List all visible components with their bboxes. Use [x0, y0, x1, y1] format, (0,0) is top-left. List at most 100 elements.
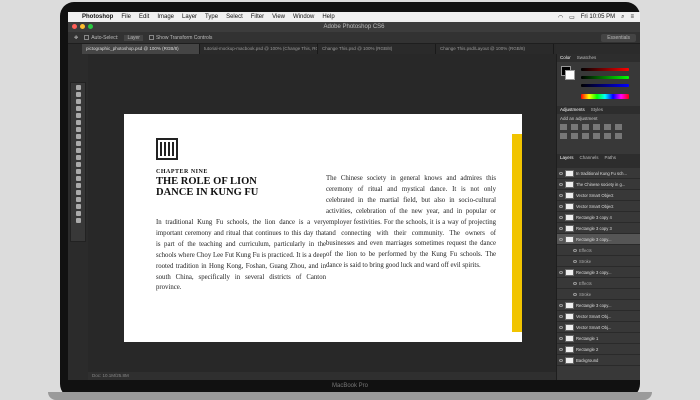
notification-icon[interactable]: ≡	[630, 14, 634, 20]
curves-icon[interactable]	[582, 124, 589, 130]
brush-tool-icon[interactable]	[75, 134, 81, 139]
move-tool-icon[interactable]	[75, 85, 81, 90]
healing-tool-icon[interactable]	[75, 127, 81, 132]
marquee-tool-icon[interactable]	[75, 92, 81, 97]
doc-tab[interactable]: tutorial-mockup-macbook.psd @ 100% (Chan…	[200, 44, 318, 54]
brightness-icon[interactable]	[560, 124, 567, 130]
layer-effect-row[interactable]: Stroke	[557, 256, 640, 267]
layer-row[interactable]: The Chinese society in g...	[557, 179, 640, 190]
channel-mixer-icon[interactable]	[593, 133, 600, 139]
lasso-tool-icon[interactable]	[75, 99, 81, 104]
layer-effect-row[interactable]: Effects	[557, 245, 640, 256]
blur-tool-icon[interactable]	[75, 169, 81, 174]
invert-icon[interactable]	[615, 133, 622, 139]
minimize-button[interactable]	[80, 24, 85, 29]
eyedropper-tool-icon[interactable]	[75, 120, 81, 125]
visibility-eye-icon[interactable]	[573, 292, 577, 296]
tab-adjustments[interactable]: Adjustments	[560, 106, 585, 114]
canvas-area[interactable]: CHAPTER NINE THE ROLE OF LION DANCE IN K…	[88, 54, 556, 380]
visibility-eye-icon[interactable]	[559, 215, 563, 219]
layer-effect-row[interactable]: Stroke	[557, 289, 640, 300]
doc-tab[interactable]: pictographic_photoshop.psd @ 100% (RGB/8…	[82, 44, 200, 54]
workspace-switcher[interactable]: Essentials	[601, 34, 636, 42]
visibility-eye-icon[interactable]	[559, 325, 563, 329]
visibility-eye-icon[interactable]	[559, 314, 563, 318]
show-transform-checkbox[interactable]: Show Transform Controls	[148, 35, 212, 41]
path-select-tool-icon[interactable]	[75, 197, 81, 202]
visibility-eye-icon[interactable]	[559, 237, 563, 241]
layer-row[interactable]: Vector Smart Object	[557, 190, 640, 201]
tab-paths[interactable]: Paths	[605, 154, 617, 162]
doc-tab[interactable]: Change This.psd @ 100% (RGB/8)	[318, 44, 436, 54]
menu-select[interactable]: Select	[226, 14, 243, 20]
menu-edit[interactable]: Edit	[139, 14, 149, 20]
crop-tool-icon[interactable]	[75, 113, 81, 118]
visibility-eye-icon[interactable]	[559, 303, 563, 307]
background-color[interactable]	[565, 70, 575, 80]
hand-tool-icon[interactable]	[75, 211, 81, 216]
menu-file[interactable]: File	[121, 14, 131, 20]
layer-row[interactable]: Vector Smart Object	[557, 201, 640, 212]
layer-row[interactable]: Rectangle 3 copy...	[557, 267, 640, 278]
blue-slider[interactable]	[581, 84, 629, 87]
visibility-eye-icon[interactable]	[559, 193, 563, 197]
layer-row[interactable]: Rectangle 3 copy 4	[557, 212, 640, 223]
layer-row[interactable]: Vector Smart Obj...	[557, 311, 640, 322]
menu-app-name[interactable]: Photoshop	[82, 14, 113, 20]
color-ramp[interactable]	[581, 94, 629, 99]
visibility-eye-icon[interactable]	[559, 226, 563, 230]
photo-filter-icon[interactable]	[582, 133, 589, 139]
menu-image[interactable]: Image	[157, 14, 174, 20]
red-slider[interactable]	[581, 68, 629, 71]
tab-color[interactable]: Color	[560, 54, 571, 62]
visibility-eye-icon[interactable]	[559, 336, 563, 340]
levels-icon[interactable]	[571, 124, 578, 130]
visibility-eye-icon[interactable]	[559, 347, 563, 351]
visibility-eye-icon[interactable]	[573, 281, 577, 285]
layer-row[interactable]: In traditional Kung Fu sch...	[557, 168, 640, 179]
visibility-eye-icon[interactable]	[559, 358, 563, 362]
shape-tool-icon[interactable]	[75, 204, 81, 209]
menu-help[interactable]: Help	[322, 14, 334, 20]
layer-row[interactable]: Rectangle 3 copy...	[557, 234, 640, 245]
green-slider[interactable]	[581, 76, 629, 79]
hue-saturation-icon[interactable]	[615, 124, 622, 130]
pen-tool-icon[interactable]	[75, 183, 81, 188]
history-brush-tool-icon[interactable]	[75, 148, 81, 153]
visibility-eye-icon[interactable]	[559, 182, 563, 186]
quick-select-tool-icon[interactable]	[75, 106, 81, 111]
tab-swatches[interactable]: Swatches	[577, 54, 597, 62]
document-page[interactable]: CHAPTER NINE THE ROLE OF LION DANCE IN K…	[124, 114, 522, 342]
doc-tab[interactable]: Change This.psd/Layout @ 100% (RGB/8)	[436, 44, 554, 54]
layer-row[interactable]: Rectangle 1	[557, 333, 640, 344]
zoom-button[interactable]	[88, 24, 93, 29]
zoom-tool-icon[interactable]	[75, 218, 81, 223]
dodge-tool-icon[interactable]	[75, 176, 81, 181]
close-button[interactable]	[72, 24, 77, 29]
gradient-tool-icon[interactable]	[75, 162, 81, 167]
visibility-eye-icon[interactable]	[559, 171, 563, 175]
visibility-eye-icon[interactable]	[573, 259, 577, 263]
eraser-tool-icon[interactable]	[75, 155, 81, 160]
layer-effect-row[interactable]: Effects	[557, 278, 640, 289]
menu-window[interactable]: Window	[293, 14, 314, 20]
clock[interactable]: Fri 10:05 PM	[581, 14, 615, 20]
menu-type[interactable]: Type	[205, 14, 218, 20]
visibility-eye-icon[interactable]	[573, 248, 577, 252]
auto-select-checkbox[interactable]: Auto-Select:	[84, 35, 118, 41]
layer-row[interactable]: Vector Smart Obj...	[557, 322, 640, 333]
menu-layer[interactable]: Layer	[182, 14, 197, 20]
stamp-tool-icon[interactable]	[75, 141, 81, 146]
layer-row[interactable]: Background	[557, 355, 640, 366]
visibility-eye-icon[interactable]	[559, 270, 563, 274]
auto-select-dropdown[interactable]: Layer	[124, 34, 143, 41]
tab-styles[interactable]: Styles	[591, 106, 603, 114]
color-lookup-icon[interactable]	[604, 133, 611, 139]
tab-layers[interactable]: Layers	[560, 154, 574, 162]
exposure-icon[interactable]	[593, 124, 600, 130]
menu-view[interactable]: View	[272, 14, 285, 20]
tab-channels[interactable]: Channels	[580, 154, 599, 162]
layer-row[interactable]: Rectangle 3 copy...	[557, 300, 640, 311]
layer-row[interactable]: Rectangle 3 copy 3	[557, 223, 640, 234]
layer-row[interactable]: Rectangle 2	[557, 344, 640, 355]
